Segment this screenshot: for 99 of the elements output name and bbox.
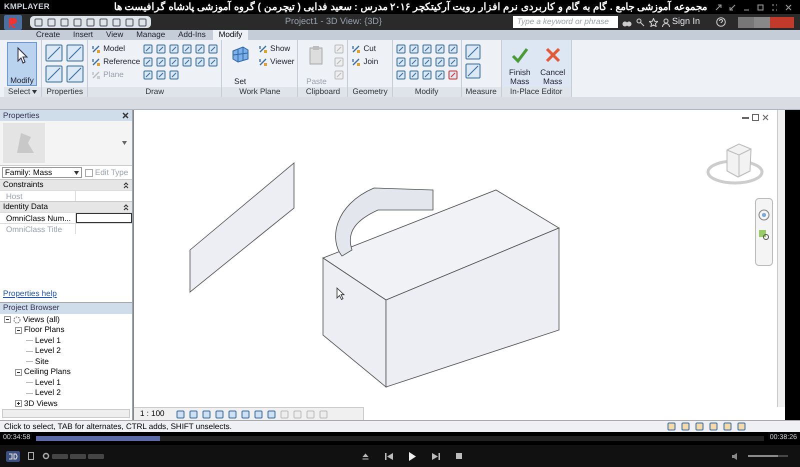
ribbon-button[interactable]: Cut xyxy=(351,44,378,54)
panel-label: Work Plane xyxy=(222,87,298,97)
panel-label: Clipboard xyxy=(298,87,348,97)
panel-label: Measure xyxy=(462,87,501,97)
panel-label: In-Place Editor xyxy=(502,87,571,97)
collapse-toggle-icon[interactable] xyxy=(4,316,11,324)
status-text: Click to select, TAB for alternates, CTRL adds, SHIFT unselects. xyxy=(4,420,232,432)
expand-toggle-icon[interactable] xyxy=(15,400,22,408)
property-label: OmniClass Title xyxy=(0,224,76,234)
ribbon-tab[interactable]: Modify xyxy=(212,30,248,40)
steering-wheel-icon[interactable] xyxy=(758,209,770,221)
tree-item[interactable]: Level 2 xyxy=(35,345,61,358)
panel-label: Geometry xyxy=(348,87,392,97)
ribbon-button[interactable]: Cancel Mass xyxy=(538,42,568,86)
ribbon-button[interactable]: Reference xyxy=(91,57,140,67)
restore-button[interactable] xyxy=(754,16,770,28)
person-icon xyxy=(662,18,670,26)
panel-label: Draw xyxy=(88,87,222,97)
ribbon-button[interactable]: Model xyxy=(91,44,140,54)
star-icon[interactable] xyxy=(648,18,658,26)
collapse-toggle-icon[interactable] xyxy=(15,326,22,334)
caret-icon[interactable] xyxy=(122,141,127,145)
tree-item[interactable]: Floor Plans xyxy=(24,324,64,336)
vertical-scrollbar[interactable] xyxy=(777,110,785,407)
play-icon[interactable] xyxy=(409,452,416,460)
close-icon[interactable] xyxy=(122,112,129,119)
skip-forward-icon[interactable] xyxy=(432,452,440,460)
caret-icon xyxy=(74,170,79,174)
tool-icon xyxy=(258,57,268,67)
ribbon-button[interactable]: Join xyxy=(351,57,378,67)
tool-icon xyxy=(351,57,362,67)
check-mark-icon xyxy=(510,46,529,64)
speaker-icon[interactable] xyxy=(732,452,740,460)
minimize-icon[interactable] xyxy=(729,4,736,10)
clipboard-icon xyxy=(308,45,324,65)
help-icon[interactable] xyxy=(716,17,726,27)
ribbon-button[interactable]: Finish Mass xyxy=(504,42,535,86)
panel-title: Properties xyxy=(3,110,40,122)
panel-title: Project Browser xyxy=(3,302,60,314)
search-field[interactable]: Type a keyword or phrase xyxy=(512,16,618,28)
restore-icon[interactable] xyxy=(752,114,759,121)
help-link[interactable]: Properties help xyxy=(3,288,57,300)
property-value-field[interactable] xyxy=(76,213,132,223)
player-logo: KMPLAYER xyxy=(4,1,50,13)
fullscreen-icon[interactable] xyxy=(771,4,778,10)
tree-item[interactable]: 3D Views xyxy=(24,398,58,410)
ribbon-button[interactable]: Modify xyxy=(7,42,37,86)
seek-bar[interactable] xyxy=(36,436,764,441)
tool-icon xyxy=(351,44,362,54)
tree-item[interactable]: Level 1 xyxy=(35,334,61,347)
eject-icon[interactable] xyxy=(362,452,369,460)
ribbon-tab[interactable]: View xyxy=(100,30,130,40)
arrow-cursor-icon xyxy=(336,287,345,300)
video-title: مجموعه آموزشی جامع . گام به گام و کاربردی نرم افزار رویت آرکیتکچر ۲۰۱۶ مدرس : سعید فدایی ( تیچرمن ) گروه آموزشی پادشاه گرافیست ها xyxy=(114,0,707,14)
tree-item[interactable]: Ceiling Plans xyxy=(24,366,71,378)
panel-label: Modify xyxy=(392,87,461,97)
application-menu-icon[interactable] xyxy=(4,14,22,30)
skip-back-icon[interactable] xyxy=(385,452,393,460)
property-group-header[interactable]: Constraints xyxy=(0,179,132,190)
type-selector[interactable]: Family: Mass xyxy=(2,167,82,178)
tree-item[interactable]: Site xyxy=(35,356,49,368)
close-icon[interactable] xyxy=(762,114,769,121)
tree-item[interactable]: Views (all) xyxy=(23,314,60,326)
ribbon-tab[interactable]: Create xyxy=(30,30,66,40)
property-group-header[interactable]: Identity Data xyxy=(0,201,132,212)
panel-label: Properties xyxy=(42,87,88,97)
tree-item[interactable]: Level 2 xyxy=(35,387,61,400)
grid-plane-icon xyxy=(231,45,250,63)
maximize-icon[interactable] xyxy=(757,4,764,10)
select-dropdown[interactable]: Select xyxy=(4,87,42,97)
gear-icon[interactable] xyxy=(42,452,50,460)
scale-label[interactable]: 1 : 100 xyxy=(140,408,164,420)
close-button[interactable] xyxy=(770,16,794,28)
ribbon-button[interactable]: Show xyxy=(258,44,294,54)
collapse-toggle-icon[interactable] xyxy=(15,368,22,376)
arrow-cursor-icon xyxy=(15,46,29,64)
collapse-chevron-icon xyxy=(123,182,129,188)
ribbon-button[interactable]: Viewer xyxy=(258,57,294,67)
ribbon-button[interactable]: Set xyxy=(225,42,256,86)
minimize-button[interactable] xyxy=(738,16,754,28)
zoom-icon[interactable] xyxy=(758,229,770,241)
sign-in-button[interactable]: Sign In xyxy=(662,15,700,29)
tree-item[interactable]: Level 1 xyxy=(35,376,61,389)
minimize-icon[interactable] xyxy=(742,114,749,121)
tool-icon xyxy=(91,70,102,80)
x-mark-icon xyxy=(544,46,562,64)
tool-icon xyxy=(258,44,268,54)
tool-icon xyxy=(91,44,102,54)
ribbon-tab[interactable]: Insert xyxy=(67,30,100,40)
ribbon-tab[interactable]: Add-Ins xyxy=(172,30,212,40)
horizontal-scrollbar[interactable] xyxy=(2,409,130,418)
views-icon xyxy=(13,316,21,324)
edit-type-icon xyxy=(85,168,93,176)
window-title: Project1 - 3D View: {3D} xyxy=(285,15,382,28)
close-icon[interactable] xyxy=(785,4,792,10)
collapse-chevron-icon xyxy=(123,204,129,210)
tool-icon xyxy=(91,57,102,67)
playlist-icon[interactable] xyxy=(28,452,34,460)
ribbon-tab[interactable]: Manage xyxy=(130,30,172,40)
